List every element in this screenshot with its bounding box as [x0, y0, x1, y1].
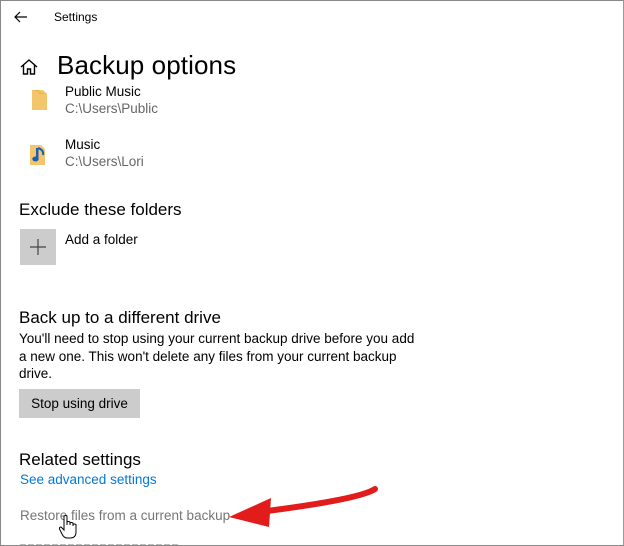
add-folder-button[interactable]: Add a folder: [20, 229, 220, 265]
music-folder-icon: [30, 145, 45, 165]
exclude-heading: Exclude these folders: [19, 200, 182, 219]
different-drive-description: You'll need to stop using your current b…: [19, 331, 415, 381]
home-button[interactable]: [19, 57, 39, 77]
stop-using-drive-button[interactable]: Stop using drive: [19, 389, 140, 418]
folder-path: C:\Users\Lori: [65, 154, 144, 169]
add-folder-label: Add a folder: [65, 232, 138, 247]
home-icon: [20, 59, 38, 75]
settings-window: Settings Backup options Public Music C:\…: [0, 0, 624, 546]
different-drive-heading: Back up to a different drive: [19, 308, 221, 327]
restore-files-link[interactable]: Restore files from a current backup: [20, 508, 230, 523]
folder-icon: [32, 90, 47, 110]
related-settings-heading: Related settings: [19, 450, 141, 469]
page-title: Backup options: [57, 50, 237, 80]
add-folder-tile[interactable]: [20, 229, 56, 265]
cut-off-link: [20, 541, 180, 545]
folder-item-music[interactable]: Music C:\Users\Lori: [23, 137, 423, 173]
hand-cursor-icon: [58, 515, 77, 539]
folder-item-public-music[interactable]: Public Music C:\Users\Public: [23, 84, 423, 120]
plus-icon: [30, 239, 46, 255]
folder-name: Public Music: [65, 84, 141, 99]
back-button[interactable]: [12, 8, 30, 26]
see-advanced-settings-link[interactable]: See advanced settings: [20, 472, 157, 487]
folder-path: C:\Users\Public: [65, 101, 159, 116]
back-arrow-icon: [14, 11, 27, 23]
title-bar: Settings: [1, 1, 623, 33]
red-arrow-annotation: [229, 486, 378, 527]
folder-name: Music: [65, 137, 101, 152]
window-title: Settings: [54, 10, 98, 24]
